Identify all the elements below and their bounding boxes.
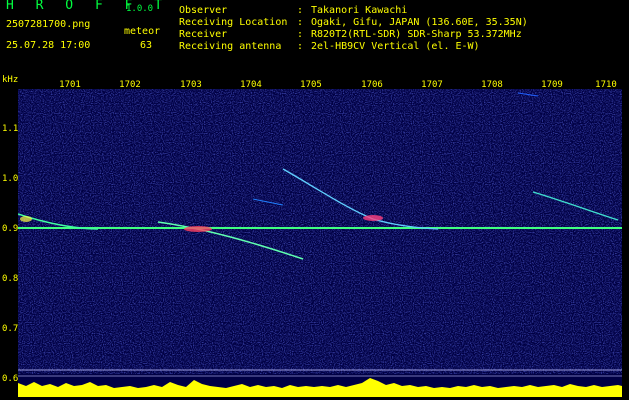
info-row-receiver: Receiver: R820T2(RTL-SDR) SDR-Sharp 53.37… — [179, 29, 522, 40]
y-tick-0-7: 0.7 — [2, 324, 19, 334]
meteor-label: meteor — [124, 26, 161, 37]
meteor-echo-head — [363, 215, 383, 221]
meteor-count: 63 — [140, 40, 153, 51]
app-version: 1.0.0 — [126, 4, 154, 14]
y-tick-1-1: 1.1 — [2, 124, 19, 134]
y-tick-0-6: 0.6 — [2, 374, 19, 384]
spectrogram-noise — [18, 89, 622, 374]
y-axis-unit: kHz — [2, 75, 19, 85]
meteor-echo-head — [184, 226, 212, 232]
file-name: 2507281700.png — [6, 19, 91, 30]
y-tick-0-8: 0.8 — [2, 274, 19, 284]
info-row-location: Receiving Location: Ogaki, Gifu, JAPAN (1… — [179, 17, 528, 28]
date-time: 25.07.28 17:00 — [6, 40, 91, 51]
y-tick-1-0: 1.0 — [2, 174, 19, 184]
meteor-echo-head — [20, 216, 32, 222]
info-row-antenna: Receiving antenna:2el-HB9CV Vertical (el… — [179, 41, 480, 52]
spectrogram-plot — [18, 89, 622, 397]
info-row-observer: Observer: Takanori Kawachi — [179, 5, 408, 16]
y-tick-0-9: 0.9 — [2, 224, 19, 234]
